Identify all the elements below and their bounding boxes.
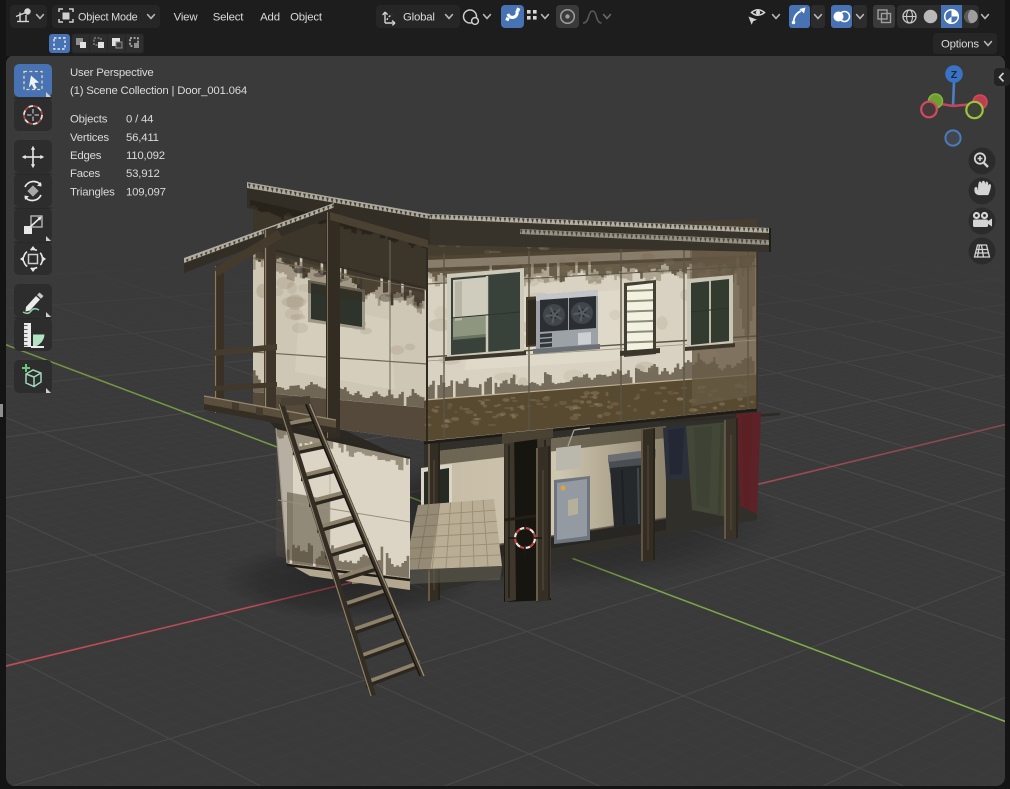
svg-text:Faces: Faces [70,168,101,180]
svg-text:53,912: 53,912 [126,168,160,180]
svg-text:0 / 44: 0 / 44 [126,114,153,126]
svg-text:Global: Global [403,12,435,24]
svg-text:Vertices: Vertices [70,132,109,144]
svg-text:56,411: 56,411 [126,132,159,144]
svg-text:Edges: Edges [70,150,102,162]
svg-text:Object Mode: Object Mode [78,12,138,24]
svg-text:View: View [174,12,199,24]
svg-text:Options: Options [941,39,979,51]
svg-text:User Perspective: User Perspective [70,67,154,79]
svg-text:Object: Object [290,12,323,24]
svg-text:Objects: Objects [70,114,108,126]
svg-text:109,097: 109,097 [126,186,166,198]
svg-text:Z: Z [951,69,958,81]
svg-text:Triangles: Triangles [70,186,115,198]
svg-text:Add: Add [260,12,280,24]
svg-text:(1) Scene Collection | Door_00: (1) Scene Collection | Door_001.064 [70,85,247,97]
svg-text:110,092: 110,092 [126,150,165,162]
svg-text:Select: Select [213,12,244,24]
